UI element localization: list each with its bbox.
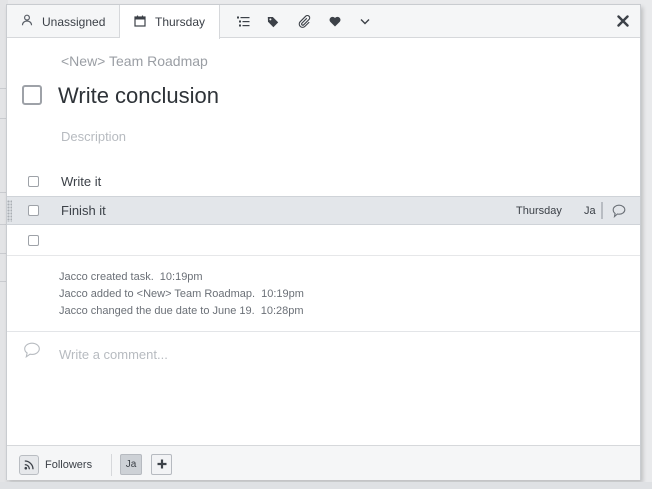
followers-button[interactable]: Followers [19,453,104,477]
due-date-label: Thursday [155,15,206,29]
task-title[interactable]: Write conclusion [58,83,219,109]
project-link[interactable]: <New> Team Roadmap [61,53,208,69]
divider [7,331,640,332]
task-toolbar: Unassigned Thursday [7,5,640,39]
subtask-row-new[interactable] [7,225,640,256]
activity-item: Jacco created task. 10:19pm [59,271,203,283]
subtask-row[interactable]: Write it [7,167,640,196]
activity-item: Jacco added to <New> Team Roadmap. 10:19p… [59,288,304,300]
background-strip [0,482,652,489]
subtask-checkbox[interactable] [28,205,39,216]
subtask-assignee[interactable]: Ja [584,205,596,217]
assignee-label: Unassigned [42,14,106,29]
subtasks-icon[interactable] [233,5,253,38]
subtask-name[interactable]: Write it [61,174,101,189]
subtask-checkbox[interactable] [28,234,39,246]
chevron-down-icon[interactable] [355,5,375,38]
close-icon[interactable] [614,11,632,31]
followers-bar: Followers Ja [7,445,640,480]
paperclip-icon[interactable] [294,5,314,38]
description-field[interactable]: Description [61,129,126,144]
person-icon [21,14,35,29]
add-follower-button[interactable] [151,454,172,475]
due-date-button[interactable]: Thursday [120,5,220,39]
rss-icon [19,455,39,475]
heart-icon[interactable] [325,5,345,38]
activity-feed: Jacco created task. 10:19pm Jacco added t… [59,269,304,320]
task-detail-pane: Unassigned Thursday <New> Team Roadmap W… [6,4,641,480]
subtask-due-date[interactable]: Thursday [516,205,562,217]
calendar-icon [134,15,148,30]
divider [601,202,603,219]
subtask-row[interactable]: Finish it Thursday Ja [7,196,640,225]
plus-icon [157,456,167,474]
divider [111,454,112,476]
followers-label: Followers [45,459,93,471]
assignee-button[interactable]: Unassigned [7,5,120,38]
comment-icon [23,342,41,359]
tag-icon[interactable] [263,5,283,38]
subtask-checkbox[interactable] [28,176,39,187]
subtask-name[interactable]: Finish it [61,203,106,218]
activity-item: Jacco changed the due date to June 19. 10… [59,305,304,317]
follower-avatar[interactable]: Ja [120,454,142,475]
comment-input[interactable]: Write a comment... [59,347,168,362]
comment-bubble-icon[interactable] [612,204,626,218]
task-complete-checkbox[interactable] [22,85,42,105]
drag-handle[interactable] [7,199,12,222]
